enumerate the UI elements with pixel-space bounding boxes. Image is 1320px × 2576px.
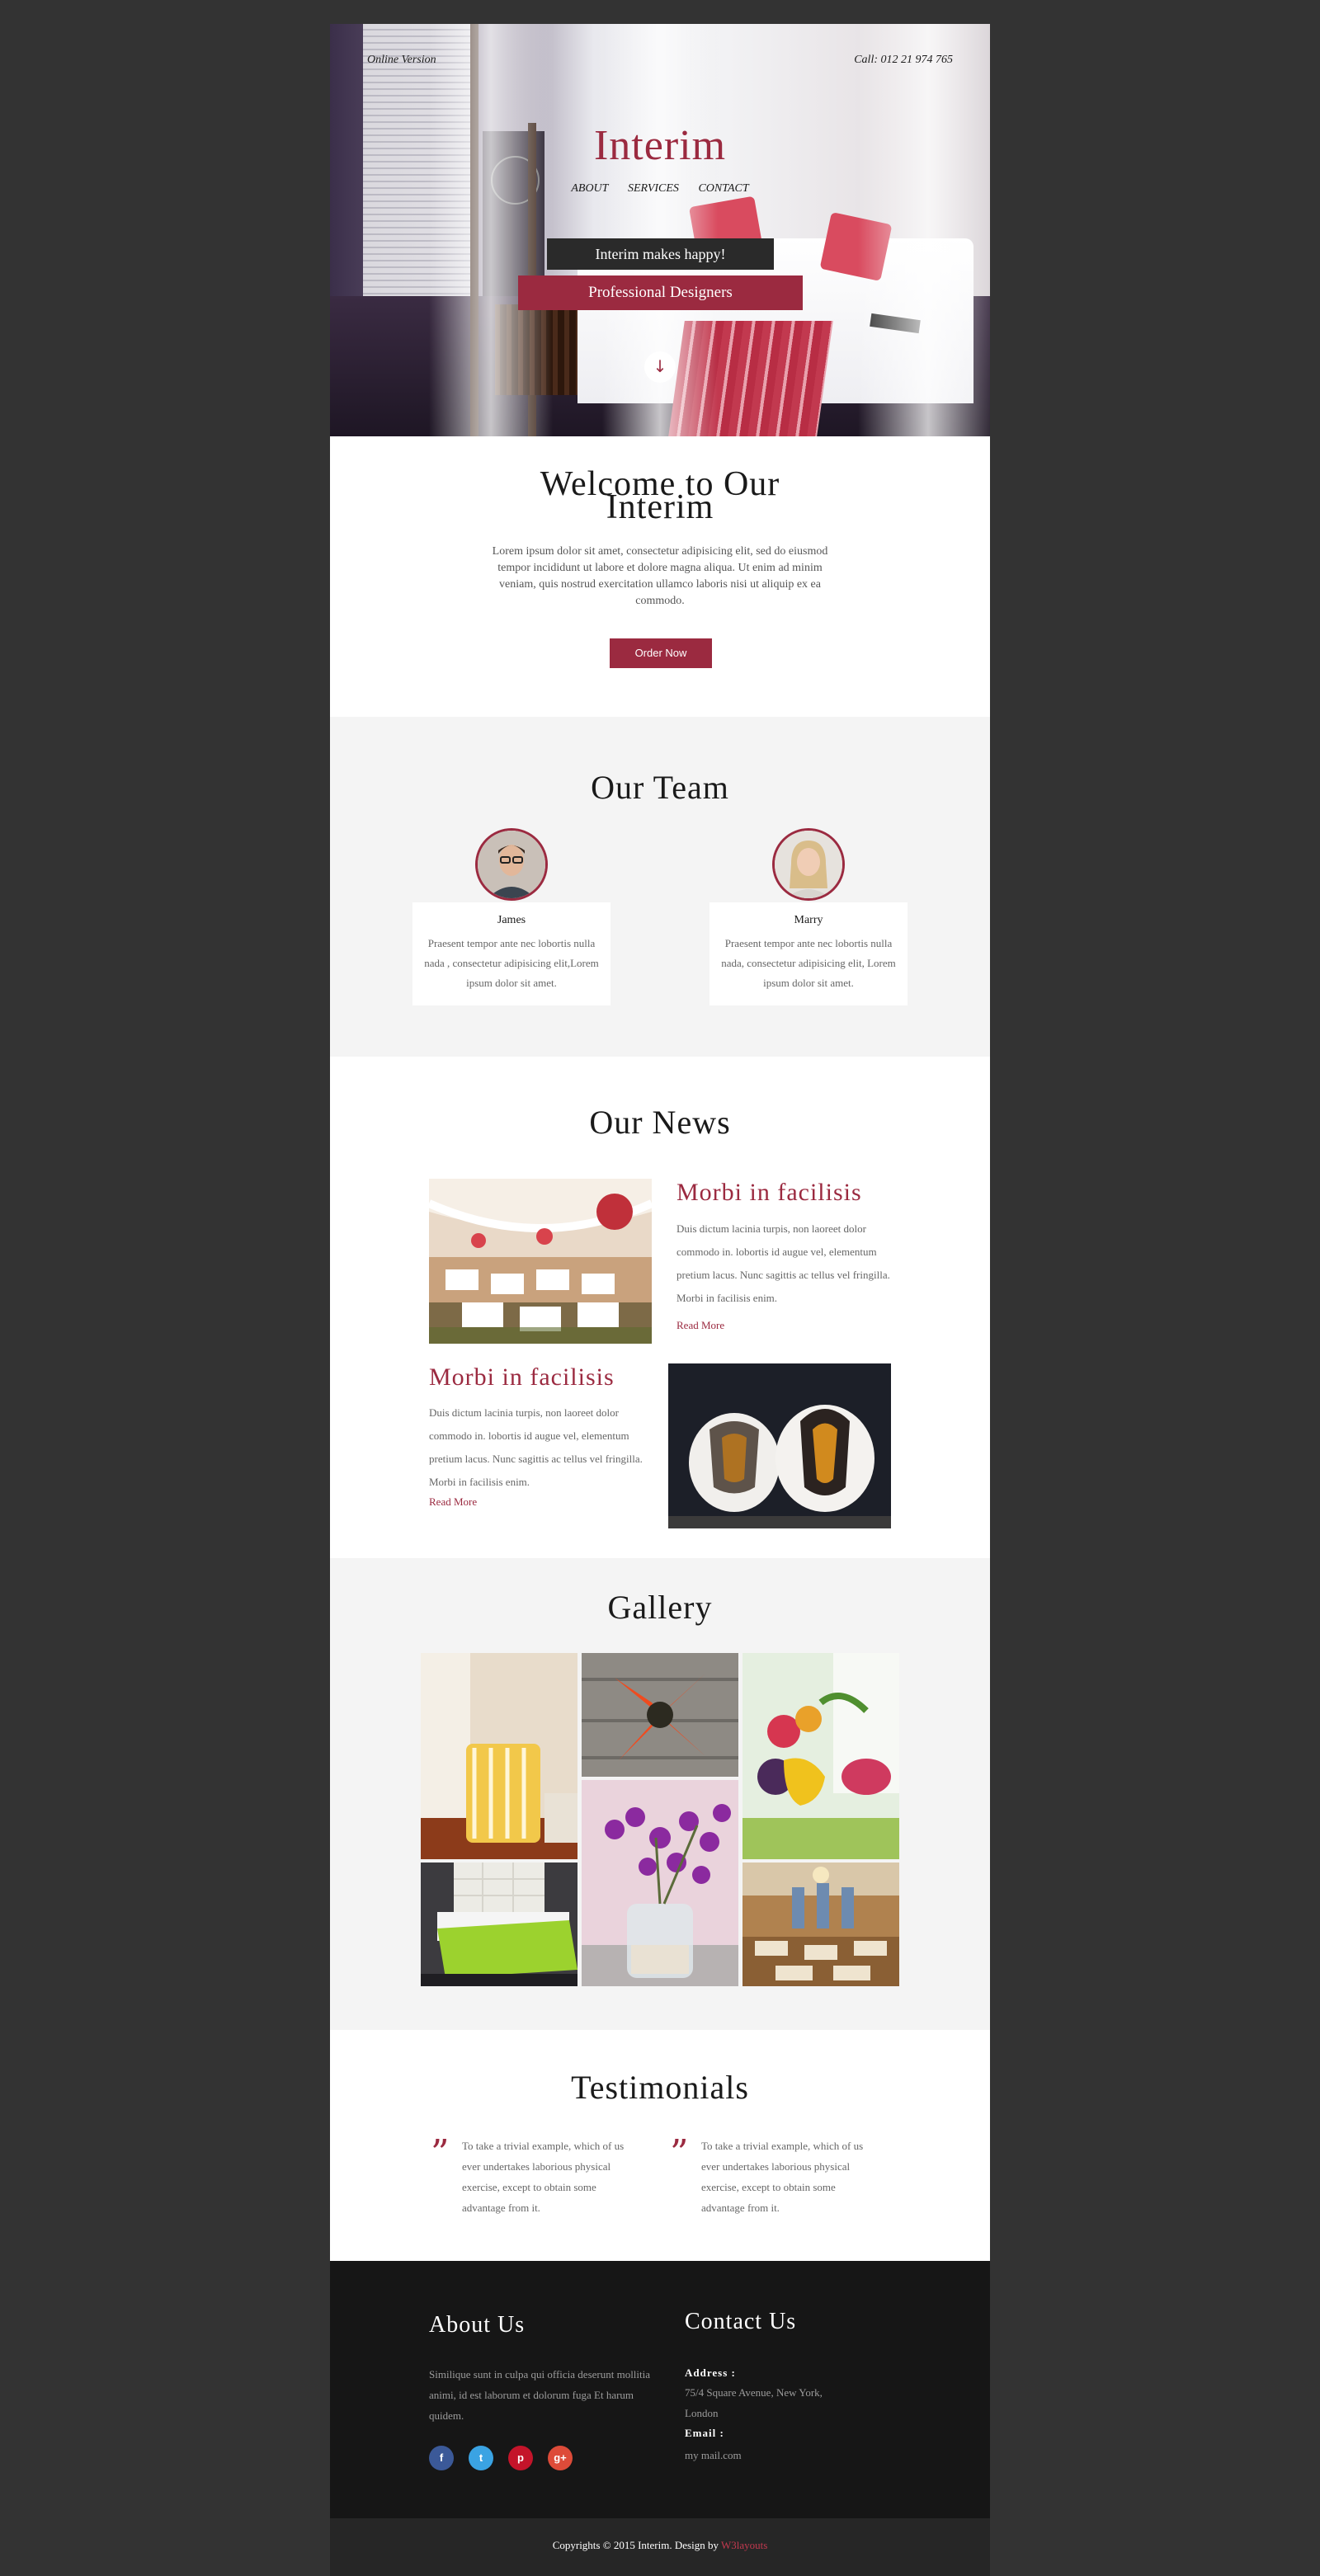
team-section: Our Team James Praesent tempor ante nec … — [330, 717, 990, 1057]
read-more-link[interactable]: Read More — [429, 1495, 477, 1509]
curtain — [429, 24, 553, 436]
arrow-down-icon[interactable]: ↓ — [644, 351, 676, 383]
footer: About Us Similique sunt in culpa qui off… — [330, 2261, 990, 2518]
quote-icon: ” — [431, 2132, 450, 2174]
welcome-section: Welcome to Our Interim Lorem ipsum dolor… — [330, 436, 990, 717]
call-number: Call: 012 21 974 765 — [854, 54, 953, 66]
contact-us-title: Contact Us — [685, 2309, 797, 2334]
read-more-link[interactable]: Read More — [676, 1319, 724, 1332]
facebook-icon[interactable]: f — [429, 2446, 454, 2470]
gallery-image-hall[interactable] — [742, 1863, 899, 1986]
curtain — [858, 24, 990, 436]
nav-contact[interactable]: CONTACT — [698, 182, 748, 195]
email-value[interactable]: my mail.com — [685, 2449, 742, 2462]
news-title: Our News — [589, 1104, 731, 1141]
google-plus-icon[interactable]: g+ — [548, 2446, 573, 2470]
address-label: Address : — [685, 2366, 736, 2379]
pinterest-icon[interactable]: p — [508, 2446, 533, 2470]
gallery-title: Gallery — [607, 1589, 713, 1626]
about-us-title: About Us — [429, 2312, 526, 2338]
news-text: Duis dictum lacinia turpis, non laoreet … — [676, 1222, 890, 1304]
testimonial-text: To take a trivial example, which of us e… — [462, 2140, 625, 2214]
order-now-button[interactable]: Order Now — [610, 638, 712, 668]
copyright-bar: Copyrights © 2015 Interim. Design by W3l… — [330, 2518, 990, 2576]
news-section: Our News Morbi in facilisis Duis dictum … — [330, 1057, 990, 1558]
avatar-james — [475, 828, 548, 901]
news-text: Duis dictum lacinia turpis, non laoreet … — [429, 1406, 643, 1488]
team-title: Our Team — [591, 769, 729, 806]
testimonials-section: Testimonials ” To take a trivial example… — [330, 2030, 990, 2261]
news-heading[interactable]: Morbi in facilisis — [676, 1179, 862, 1207]
brand-logo[interactable]: Interim — [330, 121, 990, 170]
email-label: Email : — [685, 2427, 724, 2439]
gallery-image-bedroom[interactable] — [421, 1863, 578, 1986]
team-card-marry: Marry Praesent tempor ante nec lobortis … — [710, 902, 908, 1005]
nav-services[interactable]: SERVICES — [628, 182, 679, 195]
testimonials-title: Testimonials — [571, 2069, 749, 2106]
gallery-image-orchids[interactable] — [582, 1780, 738, 1986]
member-name: Marry — [794, 914, 823, 926]
twitter-icon[interactable]: t — [469, 2446, 493, 2470]
address-line-1: 75/4 Square Avenue, New York, — [685, 2386, 823, 2399]
welcome-title: Welcome to Our Interim — [540, 465, 780, 526]
top-nav: ABOUT SERVICES CONTACT — [330, 182, 990, 195]
news-image-banquet[interactable] — [429, 1179, 652, 1344]
gallery-section: Gallery — [330, 1558, 990, 2030]
news-heading[interactable]: Morbi in facilisis — [429, 1363, 615, 1392]
testimonial-text: To take a trivial example, which of us e… — [701, 2140, 864, 2214]
welcome-text: Lorem ipsum dolor sit amet, consectetur … — [492, 545, 828, 607]
member-name: James — [497, 914, 526, 926]
avatar-marry — [772, 828, 845, 901]
online-version-link[interactable]: Online Version — [367, 54, 436, 67]
member-desc: Praesent tempor ante nec lobortis nulla … — [424, 937, 599, 989]
news-image-elephants[interactable] — [668, 1363, 891, 1528]
email-page: Online Version Call: 012 21 974 765 Inte… — [330, 24, 990, 2576]
gallery-image-vegetables[interactable] — [742, 1653, 899, 1859]
gallery-image-flowers-red[interactable] — [582, 1653, 738, 1777]
hero-tagline: Interim makes happy! — [547, 238, 774, 270]
gallery-image-chair[interactable] — [421, 1653, 578, 1859]
hero-banner: Online Version Call: 012 21 974 765 Inte… — [330, 24, 990, 436]
nav-about[interactable]: ABOUT — [571, 182, 608, 195]
hero-subtagline: Professional Designers — [518, 275, 803, 310]
quote-icon: ” — [670, 2132, 689, 2174]
copyright-text: Copyrights © 2015 Interim. Design by — [552, 2539, 721, 2551]
team-card-james: James Praesent tempor ante nec lobortis … — [412, 902, 610, 1005]
member-desc: Praesent tempor ante nec lobortis nulla … — [721, 937, 896, 989]
designer-link[interactable]: W3layouts — [721, 2539, 767, 2551]
about-us-text: Similique sunt in culpa qui officia dese… — [429, 2368, 651, 2422]
address-line-2: London — [685, 2407, 719, 2419]
